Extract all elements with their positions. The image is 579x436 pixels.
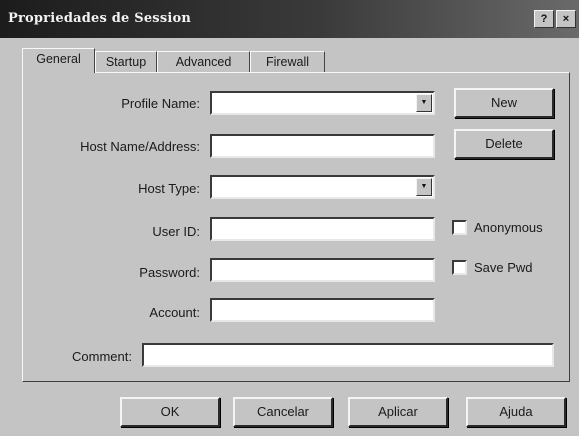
ok-button[interactable]: OK (120, 397, 220, 427)
account-input[interactable] (210, 298, 435, 322)
tab-general[interactable]: General (22, 48, 95, 73)
apply-button[interactable]: Aplicar (348, 397, 448, 427)
save-pwd-checkbox[interactable] (452, 260, 467, 275)
tab-startup[interactable]: Startup (95, 51, 157, 72)
chevron-down-icon[interactable]: ▼ (416, 94, 432, 112)
window-title: Propriedades de Session (8, 11, 192, 26)
help-button[interactable]: Ajuda (466, 397, 566, 427)
host-name-label: Host Name/Address: (80, 139, 200, 154)
anonymous-checkbox[interactable] (452, 220, 467, 235)
comment-label: Comment: (72, 349, 132, 364)
password-input[interactable] (210, 258, 435, 282)
chevron-down-icon[interactable]: ▼ (416, 178, 432, 196)
profile-name-label: Profile Name: (121, 96, 200, 111)
anonymous-label[interactable]: Anonymous (474, 220, 543, 235)
user-id-input[interactable] (210, 217, 435, 241)
save-pwd-label[interactable]: Save Pwd (474, 260, 533, 275)
host-type-label: Host Type: (138, 181, 200, 196)
delete-button[interactable]: Delete (454, 129, 554, 159)
title-bar[interactable]: Propriedades de Session ? × (0, 0, 579, 38)
host-type-combo[interactable]: ▼ (210, 175, 435, 199)
close-title-button[interactable]: × (556, 10, 576, 28)
host-name-input[interactable] (210, 134, 435, 158)
tab-advanced[interactable]: Advanced (157, 51, 250, 72)
cancel-button[interactable]: Cancelar (233, 397, 333, 427)
account-label: Account: (149, 305, 200, 320)
profile-name-combo[interactable]: ▼ (210, 91, 435, 115)
user-id-label: User ID: (152, 224, 200, 239)
comment-input[interactable] (142, 343, 554, 367)
password-label: Password: (139, 265, 200, 280)
session-properties-dialog: Propriedades de Session ? × General Star… (0, 0, 579, 436)
tab-firewall[interactable]: Firewall (250, 51, 325, 72)
help-title-button[interactable]: ? (534, 10, 554, 28)
new-button[interactable]: New (454, 88, 554, 118)
